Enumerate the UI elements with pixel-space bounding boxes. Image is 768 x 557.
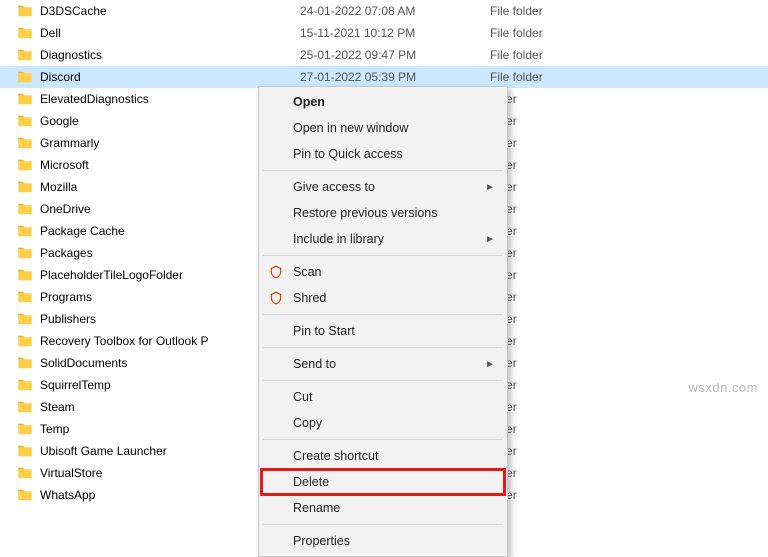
file-type: File folder <box>490 70 543 84</box>
folder-icon <box>16 332 34 350</box>
folder-icon <box>16 486 34 504</box>
file-name: Diagnostics <box>40 48 300 62</box>
chevron-right-icon: ► <box>485 182 495 193</box>
menu-give-access-to[interactable]: Give access to ► <box>261 174 505 200</box>
context-menu: Open Open in new window Pin to Quick acc… <box>258 86 508 557</box>
menu-label: Give access to <box>293 180 375 194</box>
file-name: Dell <box>40 26 300 40</box>
folder-icon <box>16 288 34 306</box>
file-date: 24-01-2022 07:08 AM <box>300 4 490 18</box>
menu-label: Pin to Quick access <box>293 147 403 161</box>
menu-open-new-window[interactable]: Open in new window <box>261 115 505 141</box>
folder-icon <box>16 112 34 130</box>
menu-separator <box>263 347 503 348</box>
menu-label: Copy <box>293 416 322 430</box>
menu-label: Open in new window <box>293 121 408 135</box>
file-row[interactable]: D3DSCache24-01-2022 07:08 AMFile folder <box>0 0 768 22</box>
menu-copy[interactable]: Copy <box>261 410 505 436</box>
menu-delete[interactable]: Delete <box>261 469 505 495</box>
folder-icon <box>16 376 34 394</box>
folder-icon <box>16 464 34 482</box>
folder-icon <box>16 2 34 20</box>
file-name: D3DSCache <box>40 4 300 18</box>
folder-icon <box>16 46 34 64</box>
watermark-text: wsxdn.com <box>688 380 758 395</box>
menu-label: Pin to Start <box>293 324 355 338</box>
file-row[interactable]: Discord27-01-2022 05:39 PMFile folder <box>0 66 768 88</box>
file-type: File folder <box>490 4 543 18</box>
menu-separator <box>263 255 503 256</box>
folder-icon <box>16 222 34 240</box>
menu-label: Cut <box>293 390 312 404</box>
folder-icon <box>16 310 34 328</box>
chevron-right-icon: ► <box>485 234 495 245</box>
menu-label: Shred <box>293 291 326 305</box>
folder-icon <box>16 90 34 108</box>
menu-separator <box>263 380 503 381</box>
menu-label: Create shortcut <box>293 449 378 463</box>
folder-icon <box>16 420 34 438</box>
shield-icon <box>268 264 284 280</box>
menu-restore-previous[interactable]: Restore previous versions <box>261 200 505 226</box>
menu-open[interactable]: Open <box>261 89 505 115</box>
file-date: 27-01-2022 05:39 PM <box>300 70 490 84</box>
menu-label: Restore previous versions <box>293 206 438 220</box>
menu-include-in-library[interactable]: Include in library ► <box>261 226 505 252</box>
folder-icon <box>16 442 34 460</box>
menu-separator <box>263 524 503 525</box>
menu-shred[interactable]: Shred <box>261 285 505 311</box>
menu-label: Send to <box>293 357 336 371</box>
folder-icon <box>16 156 34 174</box>
menu-label: Scan <box>293 265 322 279</box>
menu-label: Include in library <box>293 232 384 246</box>
menu-label: Rename <box>293 501 340 515</box>
folder-icon <box>16 354 34 372</box>
folder-icon <box>16 200 34 218</box>
menu-scan[interactable]: Scan <box>261 259 505 285</box>
menu-pin-to-start[interactable]: Pin to Start <box>261 318 505 344</box>
folder-icon <box>16 398 34 416</box>
shield-icon <box>268 290 284 306</box>
menu-send-to[interactable]: Send to ► <box>261 351 505 377</box>
menu-label: Delete <box>293 475 329 489</box>
folder-icon <box>16 178 34 196</box>
folder-icon <box>16 24 34 42</box>
menu-cut[interactable]: Cut <box>261 384 505 410</box>
folder-icon <box>16 134 34 152</box>
menu-label: Properties <box>293 534 350 548</box>
file-date: 15-11-2021 10:12 PM <box>300 26 490 40</box>
menu-separator <box>263 170 503 171</box>
menu-separator <box>263 314 503 315</box>
file-type: File folder <box>490 26 543 40</box>
file-row[interactable]: Diagnostics25-01-2022 09:47 PMFile folde… <box>0 44 768 66</box>
folder-icon <box>16 266 34 284</box>
folder-icon <box>16 68 34 86</box>
menu-pin-quick-access[interactable]: Pin to Quick access <box>261 141 505 167</box>
menu-properties[interactable]: Properties <box>261 528 505 554</box>
chevron-right-icon: ► <box>485 359 495 370</box>
menu-label: Open <box>293 95 325 109</box>
file-type: File folder <box>490 48 543 62</box>
menu-separator <box>263 439 503 440</box>
menu-rename[interactable]: Rename <box>261 495 505 521</box>
menu-create-shortcut[interactable]: Create shortcut <box>261 443 505 469</box>
file-name: Discord <box>40 70 300 84</box>
file-row[interactable]: Dell15-11-2021 10:12 PMFile folder <box>0 22 768 44</box>
file-date: 25-01-2022 09:47 PM <box>300 48 490 62</box>
folder-icon <box>16 244 34 262</box>
